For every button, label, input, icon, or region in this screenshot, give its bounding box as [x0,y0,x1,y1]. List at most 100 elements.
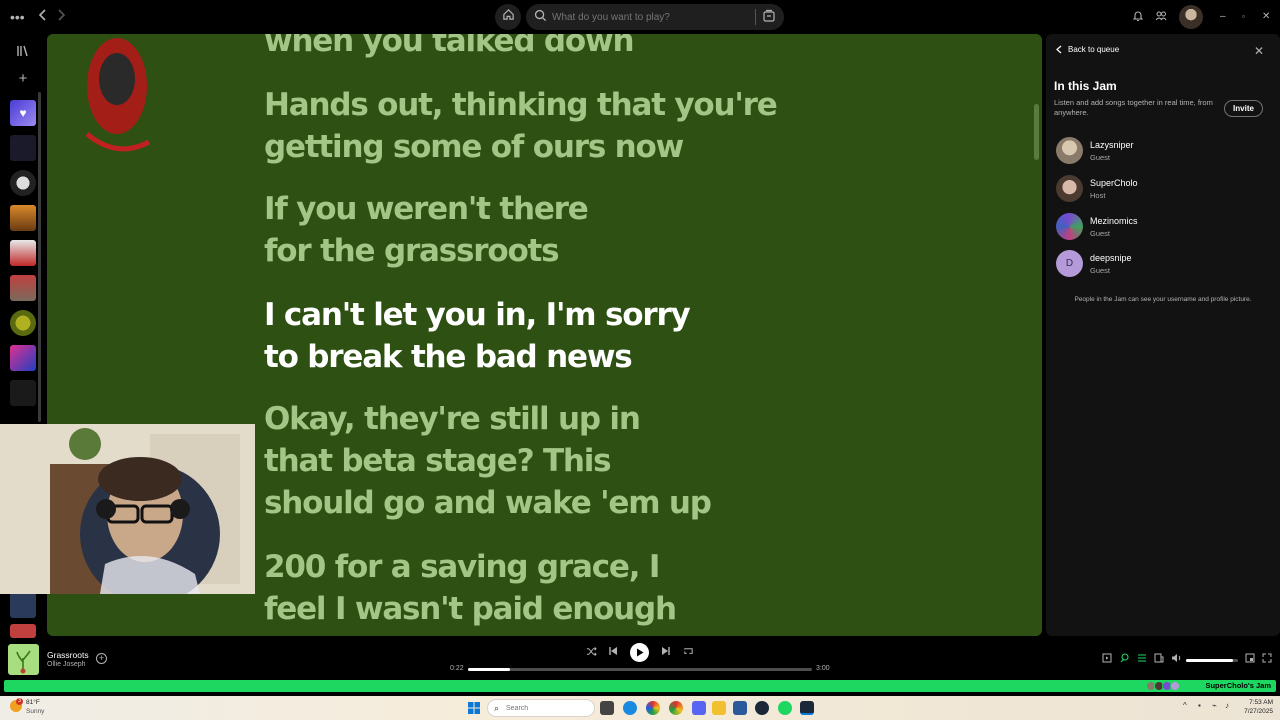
library-item-thumb[interactable] [10,380,36,406]
jam-member[interactable]: Lazysniper Guest [1056,137,1266,165]
library-item-thumb[interactable] [10,624,36,638]
forward-arrow-icon[interactable] [56,8,66,26]
library-item-thumb[interactable] [10,310,36,336]
speaker-icon[interactable]: ♪ [1225,701,1229,710]
search-bar[interactable] [526,4,784,30]
now-playing-cover[interactable] [8,644,39,675]
network-icon[interactable]: ⌁ [1212,701,1217,710]
close-window-icon[interactable]: ✕ [1262,8,1270,26]
back-to-queue-label: Back to queue [1068,45,1120,54]
more-icon[interactable]: ••• [10,8,25,26]
avatar [1056,213,1083,240]
bell-icon[interactable] [1132,8,1144,26]
lyrics-icon[interactable] [1120,653,1130,667]
queue-icon[interactable] [1137,653,1147,667]
playback-progress[interactable] [468,668,812,671]
close-icon[interactable]: ✕ [1254,44,1264,58]
lyric-line[interactable]: Okay, they're still up in that beta stag… [264,398,824,524]
task-view-icon[interactable] [600,701,614,715]
track-artist[interactable]: Ollie Joseph [47,661,86,668]
repeat-icon[interactable] [683,646,694,661]
library-item-thumb[interactable] [10,170,36,196]
back-arrow-icon[interactable] [38,8,48,26]
steam-icon[interactable] [755,701,769,715]
taskbar-search[interactable]: ⌕ [487,699,595,717]
avatar [1056,175,1083,202]
chrome-profile-icon[interactable] [669,701,683,715]
chevron-left-icon [1056,45,1062,54]
search-icon [534,9,547,27]
windows-start-icon[interactable] [468,702,480,714]
jam-title: In this Jam [1054,79,1117,93]
lyric-text: I can't let you in, I'm sorry [264,297,691,333]
lyric-line[interactable]: when you talked down [264,34,824,62]
home-button[interactable] [495,4,521,30]
browse-icon[interactable] [755,9,776,25]
edge-icon[interactable] [623,701,637,715]
lyrics-scrollbar[interactable] [1034,104,1039,160]
jam-member[interactable]: SuperCholo Host [1056,175,1266,203]
clock-date[interactable]: 7/27/2025 [1243,708,1273,715]
lyric-line-active[interactable]: I can't let you in, I'm sorry to break t… [264,294,824,378]
member-role: Guest [1090,153,1111,162]
back-to-queue-button[interactable]: Back to queue [1056,45,1119,54]
friends-icon[interactable] [1155,8,1167,26]
app-icon[interactable] [733,701,747,715]
library-item-thumb[interactable] [10,205,36,231]
connect-device-icon[interactable] [1154,653,1164,667]
clock-time[interactable]: 7:53 AM [1243,699,1273,706]
lyric-line[interactable]: If you weren't there for the grassroots [264,188,824,272]
track-title[interactable]: Grassroots [47,650,89,660]
library-item-thumb[interactable] [10,592,36,618]
elapsed-time: 0:22 [450,665,464,672]
jam-subtitle: Listen and add songs together in real ti… [1054,98,1213,117]
liked-songs-thumb[interactable]: ♥ [10,100,36,126]
previous-icon[interactable] [608,646,618,660]
jam-status-bar[interactable]: SuperCholo's Jam [4,680,1276,692]
top-bar: ••• – ▫ ✕ [0,0,1280,34]
sidebar-scrollbar[interactable] [38,92,41,422]
library-icon[interactable] [14,44,32,62]
library-item-thumb[interactable] [10,135,36,161]
library-item-thumb[interactable] [10,345,36,371]
library-item-thumb[interactable] [10,240,36,266]
minimize-icon[interactable]: – [1220,8,1226,26]
lyric-text: should go and wake 'em up [264,485,712,521]
lyric-text: when you talked down [264,34,635,59]
tray-chevron-icon[interactable]: ^ [1183,701,1187,710]
spotify-icon[interactable] [778,701,792,715]
next-icon[interactable] [661,646,671,660]
volume-slider[interactable] [1186,659,1238,662]
search-icon: ⌕ [494,703,500,713]
lyric-text: to break the bad news [264,339,633,375]
lyric-text: getting some of ours now [264,129,684,165]
taskbar-search-input[interactable] [506,702,566,714]
fullscreen-icon[interactable] [1262,653,1272,667]
member-role: Guest [1090,229,1111,238]
chrome-icon[interactable] [646,701,660,715]
discord-icon[interactable] [692,701,706,715]
file-explorer-icon[interactable] [712,701,726,715]
lyric-line[interactable]: Hands out, thinking that you're getting … [264,84,824,168]
invite-button[interactable]: Invite [1224,100,1263,117]
lyric-text: 200 for a saving grace, I [264,549,660,585]
steam-window-icon[interactable] [800,701,814,715]
mini-player-icon[interactable] [1245,653,1255,667]
jam-member[interactable]: Mezinomics Guest [1056,213,1266,241]
search-input[interactable] [552,7,752,27]
avatar [1170,681,1180,691]
user-avatar[interactable] [1179,5,1203,29]
jam-bar-label: SuperCholo's Jam [1205,681,1271,690]
lyric-line[interactable]: 200 for a saving grace, I feel I wasn't … [264,546,824,630]
tray-app-icon[interactable]: ▪ [1198,701,1201,710]
now-playing-view-icon[interactable] [1102,653,1112,667]
library-item-thumb[interactable] [10,275,36,301]
maximize-icon[interactable]: ▫ [1242,8,1245,26]
volume-icon[interactable] [1171,653,1182,667]
create-playlist-icon[interactable]: + [14,70,32,88]
shuffle-icon[interactable] [586,646,597,661]
jam-member[interactable]: D deepsnipe Guest [1056,250,1266,278]
add-to-library-icon[interactable]: + [96,653,107,664]
play-button[interactable] [630,643,649,662]
member-name: deepsnipe [1090,253,1132,263]
